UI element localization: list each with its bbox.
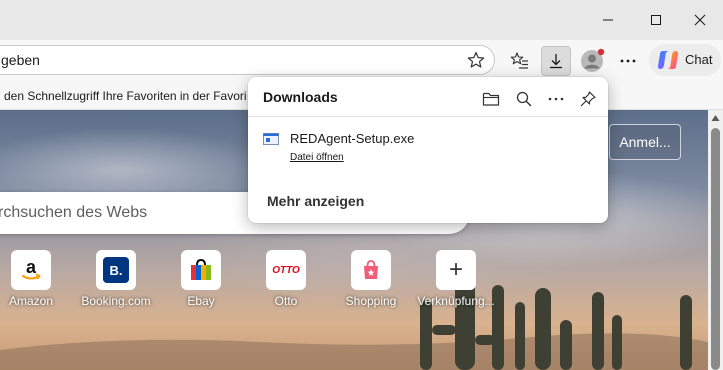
profile-button[interactable]	[577, 46, 607, 76]
ebay-icon	[181, 250, 221, 290]
quicklink-add-shortcut[interactable]: + Verknüpfung...	[414, 250, 498, 320]
plus-icon: +	[436, 250, 476, 290]
minimize-button[interactable]	[585, 0, 631, 40]
tile-label: Shopping	[345, 294, 397, 308]
tile-label: Ebay	[187, 294, 215, 308]
tile-label: Verknüpfung...	[417, 294, 495, 308]
quicklink-booking[interactable]: B. Booking.com	[74, 250, 158, 320]
search-placeholder: rchsuchen des Webs	[0, 204, 148, 221]
shopping-bag-icon	[351, 250, 391, 290]
tile-label: Amazon	[8, 294, 54, 308]
maximize-icon	[651, 15, 661, 25]
title-bar	[0, 0, 723, 40]
more-icon	[620, 59, 636, 63]
more-icon	[548, 97, 564, 101]
tile-label: Otto	[274, 294, 298, 308]
page-scrollbar[interactable]	[708, 110, 723, 370]
address-bar[interactable]: geben	[0, 45, 495, 75]
minimize-icon	[603, 19, 613, 21]
scroll-up-arrow-icon[interactable]	[711, 114, 720, 122]
flyout-divider	[248, 116, 608, 117]
avatar	[581, 48, 605, 72]
open-folder-button[interactable]	[477, 85, 505, 113]
quicklink-shopping[interactable]: Shopping	[329, 250, 413, 320]
scrollbar-thumb[interactable]	[711, 128, 720, 370]
quicklink-amazon[interactable]: a Amazon	[0, 250, 73, 320]
favorites-list-icon	[510, 52, 528, 69]
address-text: geben	[1, 52, 40, 68]
tile-label: Booking.com	[81, 294, 151, 308]
favorite-star-icon[interactable]	[467, 51, 485, 74]
maximize-button[interactable]	[633, 0, 679, 40]
quicklink-ebay[interactable]: Ebay	[159, 250, 243, 320]
copilot-chat-button[interactable]: Chat	[649, 44, 721, 76]
open-file-link[interactable]: Datei öffnen	[290, 152, 344, 163]
toolbar: geben Chat	[0, 40, 723, 82]
plus-glyph: +	[448, 256, 463, 283]
download-file-name[interactable]: REDAgent-Setup.exe	[290, 131, 414, 146]
signin-button[interactable]: Anmel...	[609, 124, 681, 160]
chat-label: Chat	[685, 52, 713, 67]
search-icon	[516, 91, 532, 107]
folder-icon	[482, 92, 500, 106]
booking-icon: B.	[96, 250, 136, 290]
close-icon	[694, 14, 706, 26]
show-more-link[interactable]: Mehr anzeigen	[267, 193, 364, 209]
downloads-more-options-button[interactable]	[542, 85, 570, 113]
favorites-bar-text: den Schnellzugriff Ihre Favoriten in der…	[4, 89, 247, 103]
downloads-title: Downloads	[263, 89, 338, 105]
otto-glyph: OTTO	[272, 264, 300, 276]
downloads-flyout: Downloads REDAgent-Setup.exe Datei öffne…	[248, 77, 608, 223]
exe-file-icon	[263, 133, 279, 145]
copilot-icon	[658, 51, 678, 69]
pin-flyout-button[interactable]	[574, 85, 602, 113]
close-window-button[interactable]	[677, 0, 723, 40]
otto-icon: OTTO	[266, 250, 306, 290]
pin-icon	[580, 91, 596, 107]
downloads-button[interactable]	[541, 46, 571, 76]
more-options-button[interactable]	[613, 46, 643, 76]
amazon-icon: a	[11, 250, 51, 290]
quicklink-otto[interactable]: OTTO Otto	[244, 250, 328, 320]
favorites-button[interactable]	[505, 46, 535, 76]
svg-text:a: a	[26, 257, 37, 277]
search-downloads-button[interactable]	[510, 85, 538, 113]
booking-glyph: B.	[103, 257, 129, 283]
download-icon	[550, 54, 562, 69]
